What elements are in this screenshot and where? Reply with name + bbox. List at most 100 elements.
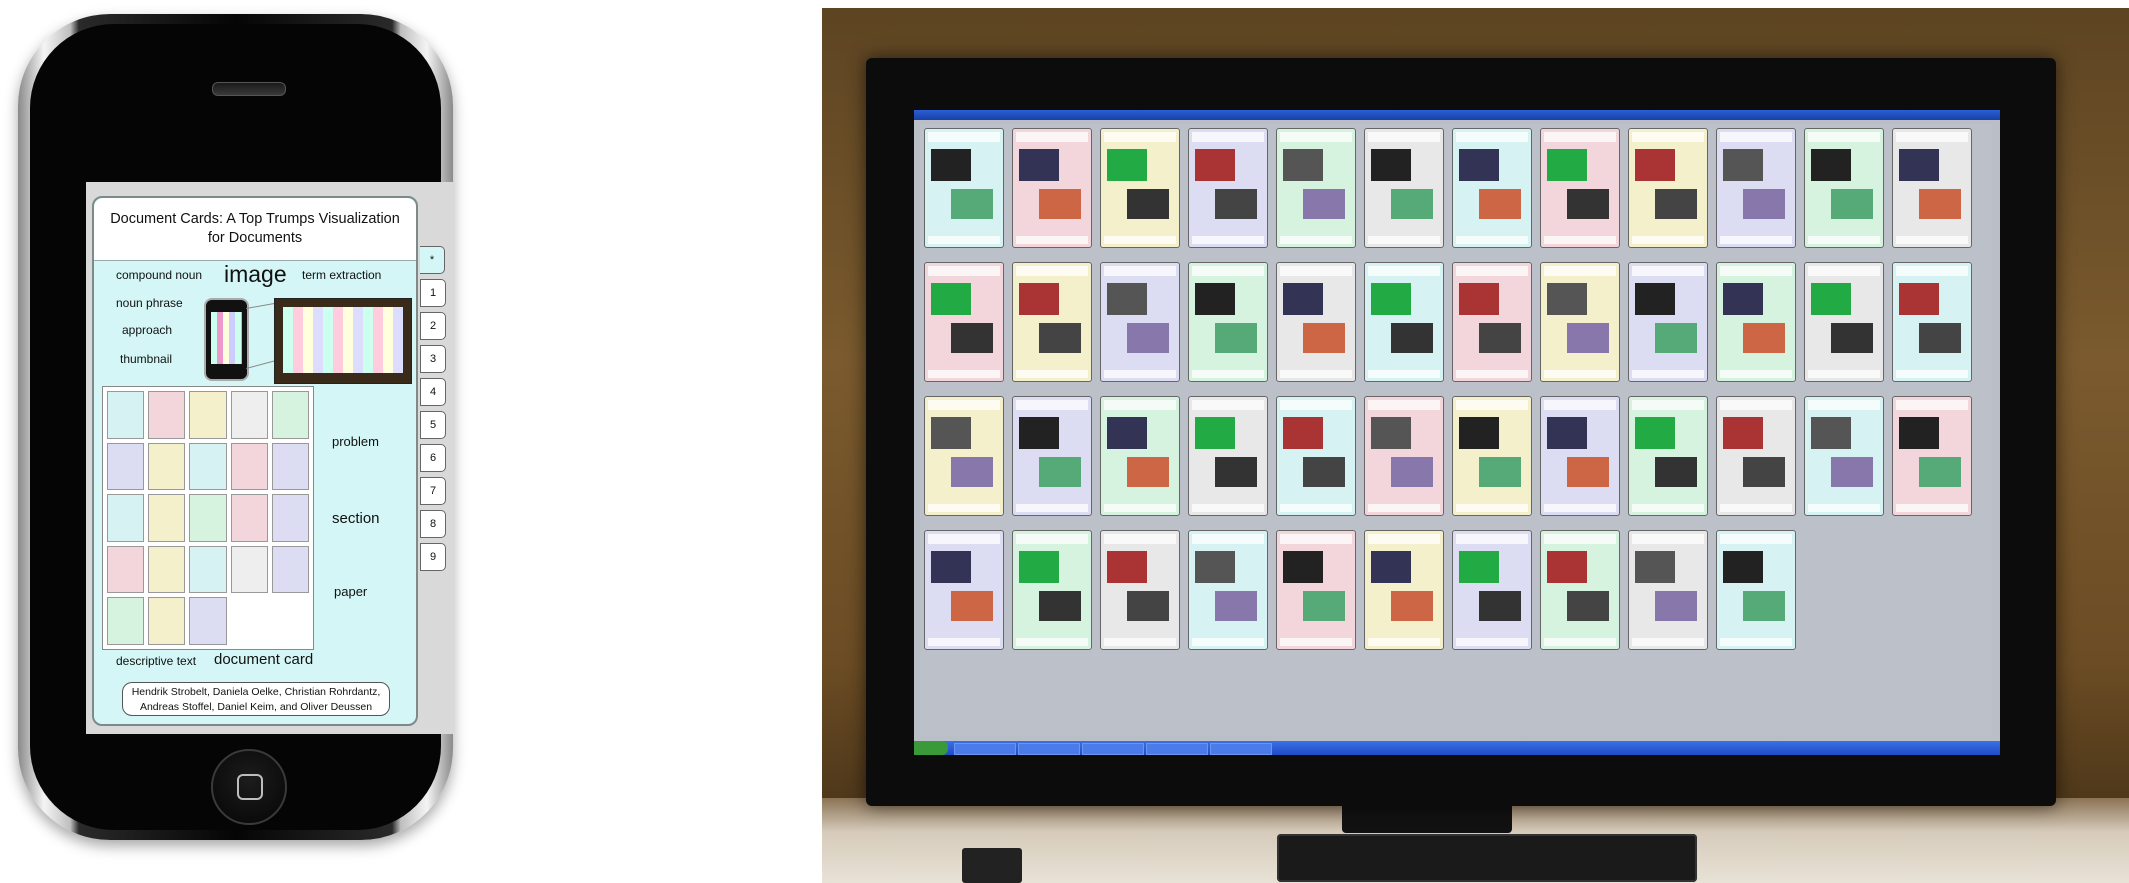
tab-page-8[interactable]: 8 xyxy=(420,510,446,538)
document-card-thumbnail[interactable] xyxy=(1188,128,1268,248)
tab-page-9[interactable]: 9 xyxy=(420,543,446,571)
paper-thumbnail[interactable] xyxy=(230,545,268,594)
document-card-thumbnail[interactable] xyxy=(1628,396,1708,516)
paper-thumbnail[interactable] xyxy=(107,494,145,542)
paper-thumbnail[interactable] xyxy=(148,442,186,491)
paper-thumbnail[interactable] xyxy=(148,545,186,594)
paper-thumbnail[interactable] xyxy=(189,442,227,491)
paper-thumbnail[interactable] xyxy=(148,391,186,439)
document-card-thumbnail[interactable] xyxy=(1364,396,1444,516)
paper-thumbnail[interactable] xyxy=(107,391,145,439)
document-card-thumbnail[interactable] xyxy=(1276,530,1356,650)
tab-page-1[interactable]: 1 xyxy=(420,279,446,307)
keyword-descriptive-text: descriptive text xyxy=(116,654,197,668)
document-card-thumbnail[interactable] xyxy=(1012,396,1092,516)
document-card-thumbnail[interactable] xyxy=(1100,262,1180,382)
monitor-photo xyxy=(822,8,2129,883)
document-card-thumbnail[interactable] xyxy=(1892,128,1972,248)
document-card-thumbnail[interactable] xyxy=(924,396,1004,516)
paper-thumbnail[interactable] xyxy=(271,442,309,491)
document-card-thumbnail[interactable] xyxy=(1364,530,1444,650)
card-title-bar: Document Cards: A Top Trumps Visualizati… xyxy=(94,198,416,261)
home-button[interactable] xyxy=(211,749,287,825)
paper-thumbnail[interactable] xyxy=(271,391,309,439)
document-card-thumbnail[interactable] xyxy=(1452,128,1532,248)
paper-thumbnail[interactable] xyxy=(230,442,268,491)
tab-page-4[interactable]: 4 xyxy=(420,378,446,406)
document-card-thumbnail[interactable] xyxy=(1188,396,1268,516)
tab-page-2[interactable]: 2 xyxy=(420,312,446,340)
start-button[interactable] xyxy=(914,741,948,755)
taskbar-item[interactable] xyxy=(954,743,1016,755)
document-card-thumbnail[interactable] xyxy=(1540,262,1620,382)
document-card-thumbnail[interactable] xyxy=(1012,128,1092,248)
taskbar-item[interactable] xyxy=(1018,743,1080,755)
document-card-thumbnail[interactable] xyxy=(1188,262,1268,382)
document-card-thumbnail[interactable] xyxy=(1628,128,1708,248)
document-card-thumbnail[interactable] xyxy=(1716,128,1796,248)
paper-thumbnail[interactable] xyxy=(107,545,145,594)
document-card-thumbnail[interactable] xyxy=(1892,262,1972,382)
tab-page-7[interactable]: 7 xyxy=(420,477,446,505)
document-card-thumbnail[interactable] xyxy=(1452,530,1532,650)
document-card-thumbnail[interactable] xyxy=(1012,530,1092,650)
tab-page-3[interactable]: 3 xyxy=(420,345,446,373)
keyword-approach: approach xyxy=(122,323,173,337)
document-card-thumbnail[interactable] xyxy=(1364,262,1444,382)
document-card-thumbnail[interactable] xyxy=(1100,396,1180,516)
paper-thumbnail[interactable] xyxy=(107,442,145,491)
document-card-thumbnail[interactable] xyxy=(1276,128,1356,248)
paper-thumbnail[interactable] xyxy=(148,597,186,645)
taskbar-item[interactable] xyxy=(1082,743,1144,755)
document-card-thumbnail[interactable] xyxy=(1804,396,1884,516)
keyword-document-card: document card xyxy=(214,651,314,668)
document-card-thumbnail[interactable] xyxy=(1540,530,1620,650)
taskbar-item[interactable] xyxy=(1210,743,1272,755)
document-card-thumbnail[interactable] xyxy=(1452,396,1532,516)
document-card-thumbnail[interactable] xyxy=(924,262,1004,382)
document-card[interactable]: Document Cards: A Top Trumps Visualizati… xyxy=(92,196,418,726)
tab-page-5[interactable]: 5 xyxy=(420,411,446,439)
authors-line-2: Andreas Stoffel, Daniel Keim, and Oliver… xyxy=(139,701,373,713)
paper-thumbnail[interactable] xyxy=(189,494,227,542)
document-card-thumbnail[interactable] xyxy=(1540,396,1620,516)
document-card-thumbnail[interactable] xyxy=(924,530,1004,650)
document-card-thumbnail[interactable] xyxy=(1276,396,1356,516)
paper-thumbnail[interactable] xyxy=(230,494,268,542)
paper-thumbnail[interactable] xyxy=(230,391,268,439)
paper-thumbnail[interactable] xyxy=(189,391,227,439)
document-card-thumbnail[interactable] xyxy=(1628,530,1708,650)
document-card-thumbnail[interactable] xyxy=(924,128,1004,248)
document-card-thumbnail[interactable] xyxy=(1716,396,1796,516)
document-card-thumbnail[interactable] xyxy=(1364,128,1444,248)
keyword-problem: problem xyxy=(332,434,379,449)
tab-overview[interactable]: * xyxy=(420,246,445,274)
paper-thumbnail[interactable] xyxy=(189,597,227,645)
figure-thumbnail-monitor[interactable] xyxy=(274,298,412,384)
document-card-thumbnail[interactable] xyxy=(1100,128,1180,248)
figure-thumbnail-phone[interactable] xyxy=(204,298,249,381)
authors-line-1: Hendrik Strobelt, Daniela Oelke, Christi… xyxy=(131,686,381,698)
document-card-thumbnail[interactable] xyxy=(1188,530,1268,650)
document-card-thumbnail[interactable] xyxy=(1716,262,1796,382)
document-card-thumbnail[interactable] xyxy=(1716,530,1796,650)
document-card-thumbnail[interactable] xyxy=(1540,128,1620,248)
document-card-thumbnail[interactable] xyxy=(1892,396,1972,516)
document-card-thumbnail[interactable] xyxy=(1628,262,1708,382)
connector-line xyxy=(246,302,276,309)
earpiece-speaker xyxy=(212,82,286,96)
paper-thumbnail[interactable] xyxy=(271,494,309,542)
paper-thumbnail[interactable] xyxy=(271,545,309,594)
tab-page-6[interactable]: 6 xyxy=(420,444,446,472)
paper-thumbnail-grid[interactable] xyxy=(102,386,314,650)
document-card-thumbnail[interactable] xyxy=(1452,262,1532,382)
paper-thumbnail[interactable] xyxy=(107,597,145,645)
taskbar-item[interactable] xyxy=(1146,743,1208,755)
paper-thumbnail[interactable] xyxy=(148,494,186,542)
document-card-thumbnail[interactable] xyxy=(1804,128,1884,248)
document-card-thumbnail[interactable] xyxy=(1012,262,1092,382)
document-card-thumbnail[interactable] xyxy=(1804,262,1884,382)
document-card-thumbnail[interactable] xyxy=(1100,530,1180,650)
paper-thumbnail[interactable] xyxy=(189,545,227,594)
document-card-thumbnail[interactable] xyxy=(1276,262,1356,382)
